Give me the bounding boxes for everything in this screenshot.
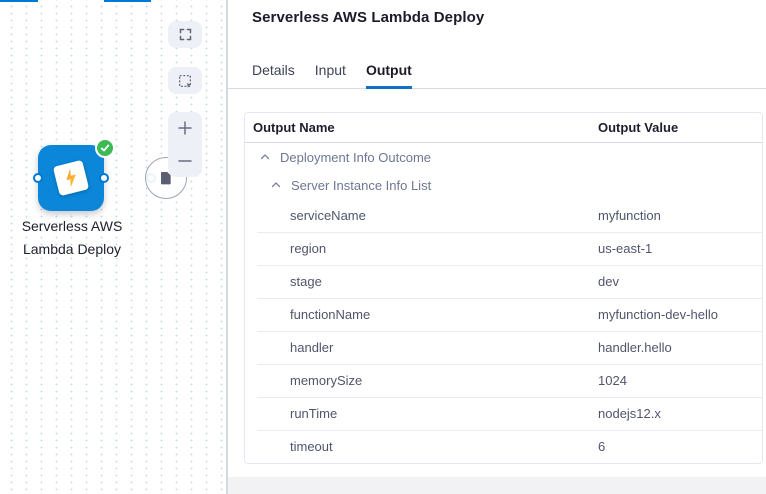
tab-input[interactable]: Input bbox=[315, 55, 346, 89]
zoom-in-button[interactable] bbox=[168, 112, 202, 145]
output-value: handler.hello bbox=[598, 340, 762, 355]
fullscreen-icon bbox=[178, 27, 193, 42]
group-label: Deployment Info Outcome bbox=[280, 150, 431, 165]
tab-output[interactable]: Output bbox=[366, 55, 412, 89]
output-value: us-east-1 bbox=[598, 241, 762, 256]
output-table-header: Output Name Output Value bbox=[245, 113, 762, 143]
step-details-panel: Serverless AWS Lambda Deploy Details Inp… bbox=[228, 0, 766, 494]
table-row: region us-east-1 bbox=[245, 232, 762, 265]
aws-lambda-zap-icon bbox=[53, 160, 89, 196]
group-row-deployment-info-outcome[interactable]: Deployment Info Outcome bbox=[245, 143, 762, 171]
panel-title: Serverless AWS Lambda Deploy bbox=[252, 9, 484, 26]
table-row: serviceName myfunction bbox=[245, 199, 762, 232]
output-value: myfunction bbox=[598, 208, 762, 223]
output-name: memorySize bbox=[245, 373, 598, 388]
panel-tabs: Details Input Output bbox=[252, 55, 412, 89]
tab-details[interactable]: Details bbox=[252, 55, 295, 89]
output-name: functionName bbox=[245, 307, 598, 322]
table-row: stage dev bbox=[245, 265, 762, 298]
marquee-select-button[interactable] bbox=[168, 67, 202, 94]
table-row: runTime nodejs12.x bbox=[245, 397, 762, 430]
output-value: dev bbox=[598, 274, 762, 289]
column-header-output-name: Output Name bbox=[245, 120, 598, 135]
marquee-select-icon bbox=[177, 73, 193, 89]
node-port-left[interactable] bbox=[33, 173, 43, 183]
panel-footer-strip bbox=[228, 477, 766, 494]
chevron-up-icon bbox=[259, 151, 271, 163]
chevron-up-icon bbox=[270, 179, 282, 191]
output-name: handler bbox=[245, 340, 598, 355]
fullscreen-button[interactable] bbox=[168, 21, 202, 48]
table-row: handler handler.hello bbox=[245, 331, 762, 364]
output-value: 1024 bbox=[598, 373, 762, 388]
zoom-controls bbox=[168, 112, 202, 177]
edge-outgoing bbox=[104, 0, 151, 2]
pipeline-canvas[interactable]: Serverless AWS Lambda Deploy bbox=[0, 0, 228, 494]
output-value: myfunction-dev-hello bbox=[598, 307, 762, 322]
group-label: Server Instance Info List bbox=[291, 178, 431, 193]
zoom-out-icon bbox=[176, 152, 194, 170]
zoom-out-button[interactable] bbox=[168, 145, 202, 178]
output-name: serviceName bbox=[245, 208, 598, 223]
step-node-label: Serverless AWS Lambda Deploy bbox=[0, 215, 144, 261]
output-name: region bbox=[245, 241, 598, 256]
group-row-server-instance-info-list[interactable]: Server Instance Info List bbox=[245, 171, 762, 199]
table-row: functionName myfunction-dev-hello bbox=[245, 298, 762, 331]
step-node-serverless-lambda-deploy[interactable] bbox=[38, 145, 104, 211]
node-port-right[interactable] bbox=[99, 173, 109, 183]
table-row: memorySize 1024 bbox=[245, 364, 762, 397]
output-name: timeout bbox=[245, 439, 598, 454]
output-value: 6 bbox=[598, 439, 762, 454]
output-table-card: Output Name Output Value Deployment Info… bbox=[244, 112, 763, 464]
column-header-output-value: Output Value bbox=[598, 120, 762, 135]
table-row: timeout 6 bbox=[245, 430, 762, 463]
output-name: stage bbox=[245, 274, 598, 289]
app-window: Serverless AWS Lambda Deploy bbox=[0, 0, 766, 494]
zoom-in-icon bbox=[176, 119, 194, 137]
success-check-icon bbox=[95, 138, 115, 158]
output-value: nodejs12.x bbox=[598, 406, 762, 421]
edge-incoming bbox=[0, 0, 38, 2]
output-name: runTime bbox=[245, 406, 598, 421]
